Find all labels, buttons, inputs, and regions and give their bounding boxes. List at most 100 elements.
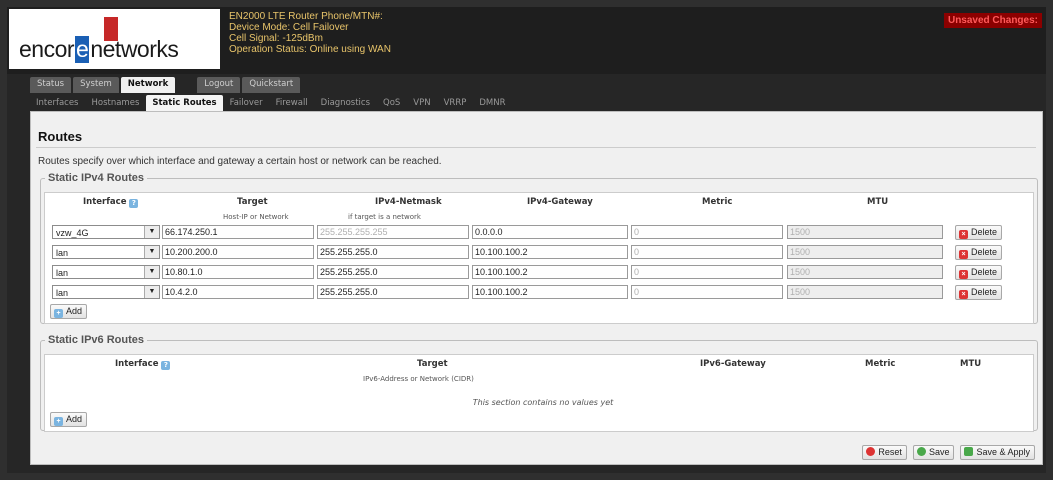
- metric-input[interactable]: 0: [631, 265, 783, 279]
- col-target: Target: [417, 359, 448, 369]
- delete-button[interactable]: × Delete: [955, 225, 1003, 240]
- subtab-dmnr[interactable]: DMNR: [473, 95, 511, 111]
- netmask-input[interactable]: 255.255.255.0: [317, 265, 469, 279]
- target-input[interactable]: 66.174.250.1: [162, 225, 314, 239]
- ipv6-routes-section: Static IPv6 Routes Interface ? Target IP…: [40, 334, 1038, 432]
- ipv4-routes-section: Static IPv4 Routes Interface ? Target IP…: [40, 172, 1038, 324]
- delete-icon: ×: [959, 250, 968, 259]
- table-row: vzw_4G ▼ 66.174.250.1 255.255.255.255 0.0…: [45, 225, 1039, 241]
- help-icon[interactable]: ?: [129, 199, 139, 208]
- browser-frame: encorenetworks EN2000 LTE Router Phone/M…: [7, 7, 1046, 473]
- reset-button[interactable]: Reset: [862, 445, 907, 460]
- mtu-input[interactable]: 1500: [787, 265, 943, 279]
- netmask-input[interactable]: 255.255.255.0: [317, 245, 469, 259]
- target-input[interactable]: 10.200.200.0: [162, 245, 314, 259]
- reset-icon: [866, 447, 876, 456]
- page-title: Routes: [38, 129, 83, 144]
- table-row: lan ▼ 10.4.2.0 255.255.255.0 10.100.100.2…: [45, 285, 1039, 301]
- tab-quickstart[interactable]: Quickstart: [242, 77, 301, 93]
- logo: encorenetworks: [9, 9, 220, 69]
- add-ipv6-route-button[interactable]: + Add: [50, 412, 88, 427]
- status-line: Operation Status: Online using WAN: [229, 44, 391, 55]
- mtu-input[interactable]: 1500: [787, 245, 943, 259]
- subtab-diagnostics[interactable]: Diagnostics: [315, 95, 376, 111]
- title-divider: [36, 147, 1036, 148]
- device-status: EN2000 LTE Router Phone/MTN#: Device Mod…: [229, 11, 391, 55]
- sub-nav: Interfaces Hostnames Static Routes Failo…: [30, 95, 512, 111]
- apply-icon: [964, 447, 974, 456]
- help-icon[interactable]: ?: [161, 361, 171, 370]
- gateway-input[interactable]: 10.100.100.2: [472, 265, 628, 279]
- page-description: Routes specify over which interface and …: [38, 156, 442, 167]
- col-netmask: IPv4-Netmask: [375, 197, 442, 207]
- subtab-vrrp[interactable]: VRRP: [438, 95, 473, 111]
- target-input[interactable]: 10.4.2.0: [162, 285, 314, 299]
- save-apply-button[interactable]: Save & Apply: [960, 445, 1035, 460]
- gateway-input[interactable]: 10.100.100.2: [472, 285, 628, 299]
- delete-button[interactable]: × Delete: [955, 285, 1003, 300]
- metric-input[interactable]: 0: [631, 245, 783, 259]
- ipv4-routes-legend: Static IPv4 Routes: [48, 172, 144, 184]
- col-interface: Interface ?: [115, 359, 173, 370]
- subtab-vpn[interactable]: VPN: [407, 95, 436, 111]
- tab-status[interactable]: Status: [30, 77, 72, 93]
- save-button[interactable]: Save: [912, 445, 955, 460]
- subtab-failover[interactable]: Failover: [224, 95, 269, 111]
- logo-text: encorenetworks: [19, 36, 179, 63]
- add-icon: +: [54, 309, 63, 318]
- subtab-interfaces[interactable]: Interfaces: [30, 95, 84, 111]
- col-mtu: MTU: [960, 359, 982, 369]
- interface-select[interactable]: lan ▼: [52, 265, 160, 279]
- subtab-static-routes[interactable]: Static Routes: [146, 95, 223, 111]
- table-row: lan ▼ 10.80.1.0 255.255.255.0 10.100.100.…: [45, 265, 1039, 281]
- save-icon: [916, 447, 926, 456]
- col-gateway: IPv6-Gateway: [700, 359, 766, 369]
- metric-input[interactable]: 0: [631, 285, 783, 299]
- interface-select[interactable]: lan ▼: [52, 285, 160, 299]
- mtu-input[interactable]: 1500: [787, 285, 943, 299]
- tab-system[interactable]: System: [73, 77, 119, 93]
- subtab-firewall[interactable]: Firewall: [270, 95, 314, 111]
- status-line: Cell Signal: -125dBm: [229, 33, 323, 44]
- col-gateway: IPv4-Gateway: [527, 197, 593, 207]
- interface-select[interactable]: vzw_4G ▼: [52, 225, 160, 239]
- subtab-qos[interactable]: QoS: [377, 95, 406, 111]
- chevron-down-icon: ▼: [144, 286, 159, 298]
- header: encorenetworks EN2000 LTE Router Phone/M…: [7, 7, 1046, 74]
- delete-icon: ×: [959, 230, 968, 239]
- tab-network[interactable]: Network: [120, 77, 176, 93]
- delete-icon: ×: [959, 290, 968, 299]
- netmask-hint: if target is a network: [348, 213, 421, 221]
- status-line: Device Mode: Cell Failover: [229, 22, 349, 33]
- chevron-down-icon: ▼: [144, 266, 159, 278]
- ipv6-routes-table: Interface ? Target IPv6-Gateway Metric M…: [44, 354, 1034, 432]
- target-hint: Host-IP or Network: [223, 213, 289, 221]
- col-target: Target: [237, 197, 268, 207]
- status-line: EN2000 LTE Router Phone/MTN#:: [229, 11, 383, 22]
- delete-icon: ×: [959, 270, 968, 279]
- tab-logout[interactable]: Logout: [197, 77, 241, 93]
- interface-select[interactable]: lan ▼: [52, 245, 160, 259]
- chevron-down-icon: ▼: [144, 226, 159, 238]
- target-input[interactable]: 10.80.1.0: [162, 265, 314, 279]
- gateway-input[interactable]: 10.100.100.2: [472, 245, 628, 259]
- netmask-input[interactable]: 255.255.255.255: [317, 225, 469, 239]
- metric-input[interactable]: 0: [631, 225, 783, 239]
- add-icon: +: [54, 417, 63, 426]
- netmask-input[interactable]: 255.255.255.0: [317, 285, 469, 299]
- mtu-input[interactable]: 1500: [787, 225, 943, 239]
- delete-button[interactable]: × Delete: [955, 265, 1003, 280]
- form-actions: Reset Save Save & Apply: [862, 445, 1035, 460]
- gateway-input[interactable]: 0.0.0.0: [472, 225, 628, 239]
- ipv4-routes-table: Interface ? Target IPv4-Netmask IPv4-Gat…: [44, 192, 1034, 324]
- ipv6-routes-legend: Static IPv6 Routes: [48, 334, 144, 346]
- table-row: lan ▼ 10.200.200.0 255.255.255.0 10.100.1…: [45, 245, 1039, 261]
- chevron-down-icon: ▼: [144, 246, 159, 258]
- delete-button[interactable]: × Delete: [955, 245, 1003, 260]
- col-metric: Metric: [702, 197, 733, 207]
- routes-panel: Routes Routes specify over which interfa…: [30, 111, 1043, 465]
- target-hint: IPv6-Address or Network (CIDR): [363, 375, 474, 383]
- subtab-hostnames[interactable]: Hostnames: [85, 95, 145, 111]
- add-ipv4-route-button[interactable]: + Add: [50, 304, 88, 319]
- unsaved-changes-link[interactable]: Unsaved Changes:: [943, 13, 1042, 28]
